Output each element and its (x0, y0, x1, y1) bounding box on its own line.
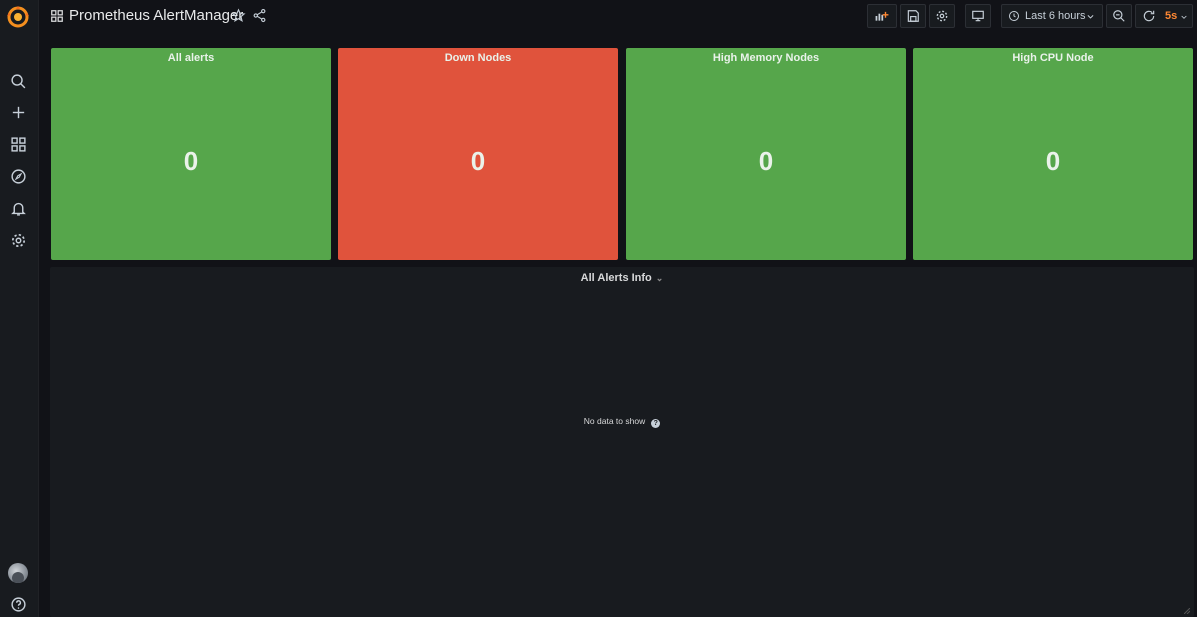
avatar[interactable] (8, 563, 28, 583)
chevron-down-icon: ⌄ (655, 273, 664, 283)
panel-title-label: All Alerts Info (580, 272, 652, 284)
refresh-interval: 5s (1165, 10, 1178, 22)
panel-value: 0 (1045, 146, 1061, 176)
dashboards-icon (51, 10, 63, 22)
panel-title[interactable]: All Alerts Info ⌄ (50, 272, 1194, 284)
chevron-down-icon (1087, 15, 1094, 19)
empty-state: No data to show? (50, 416, 1194, 428)
gear-icon[interactable] (0, 226, 36, 254)
save-button[interactable] (900, 4, 926, 28)
add-panel-button[interactable] (867, 4, 897, 28)
panel-title[interactable]: Down Nodes (338, 52, 618, 64)
panel-value: 0 (758, 146, 774, 176)
star-icon[interactable] (231, 8, 246, 23)
tv-mode-button[interactable] (965, 4, 991, 28)
dashboards-icon[interactable] (0, 130, 36, 158)
stat-panel-high-memory-nodes[interactable]: High Memory Nodes 0 (626, 48, 906, 260)
panel-title[interactable]: High Memory Nodes (626, 52, 906, 64)
help-icon[interactable]: ? (651, 419, 661, 428)
grafana-logo-icon[interactable] (0, 2, 36, 32)
time-range-label: Last 6 hours (1025, 10, 1086, 22)
table-panel-all-alerts-info: All Alerts Info ⌄ No data to show? (50, 267, 1194, 617)
save-icon (907, 10, 919, 22)
settings-button[interactable] (929, 4, 955, 28)
share-icon[interactable] (252, 8, 267, 23)
settings-icon (936, 10, 948, 22)
zoom-out-button[interactable] (1106, 4, 1132, 28)
add-panel-icon (875, 11, 889, 21)
stat-panel-high-cpu-node[interactable]: High CPU Node 0 (913, 48, 1193, 260)
stat-panel-down-nodes[interactable]: Down Nodes 0 (338, 48, 618, 260)
sidebar (0, 0, 39, 617)
chevron-down-icon (1181, 15, 1187, 19)
page-title[interactable]: Prometheus AlertManager (69, 7, 243, 24)
empty-message: No data to show (583, 416, 646, 426)
refresh-icon (1143, 10, 1155, 22)
help-icon[interactable] (0, 590, 36, 617)
refresh-picker[interactable]: 5s (1135, 4, 1193, 28)
resize-handle-icon[interactable] (1184, 608, 1190, 614)
explore-icon[interactable] (0, 162, 36, 190)
panel-value: 0 (470, 146, 486, 176)
panel-title[interactable]: High CPU Node (913, 52, 1193, 64)
time-range-picker[interactable]: Last 6 hours (1001, 4, 1103, 28)
panel-title[interactable]: All alerts (51, 52, 331, 64)
zoom-out-icon (1113, 10, 1125, 22)
search-icon[interactable] (0, 67, 36, 95)
bell-icon[interactable] (0, 194, 36, 222)
panel-value: 0 (183, 146, 199, 176)
clock-icon (1009, 11, 1019, 21)
plus-icon[interactable] (0, 98, 36, 126)
tv-icon (972, 10, 984, 22)
stat-panel-all-alerts[interactable]: All alerts 0 (51, 48, 331, 260)
dashboard-header: Prometheus AlertManager Last 6 hours 5s (40, 0, 1197, 33)
